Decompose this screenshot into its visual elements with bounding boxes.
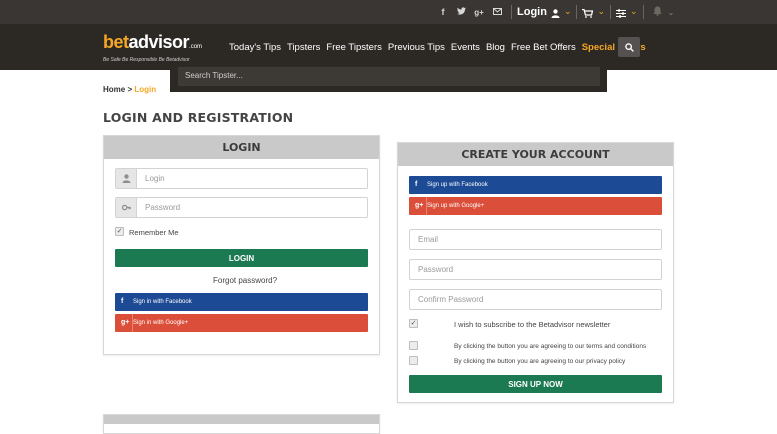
page-title: LOGIN AND REGISTRATION bbox=[103, 110, 294, 125]
google-signin-label: Sign in with Google+ bbox=[133, 320, 189, 326]
chevron-down-icon[interactable]: ⌄ bbox=[597, 7, 605, 17]
chevron-down-icon[interactable]: ⌄ bbox=[630, 7, 638, 17]
email-field[interactable]: Email bbox=[409, 229, 662, 250]
more-icon[interactable]: ⌄ bbox=[668, 8, 675, 17]
login-link[interactable]: Login bbox=[517, 6, 547, 18]
top-bar: f g+ Login ⌄ ⌄ ⌄ ⌄ bbox=[0, 0, 777, 24]
newsletter-checkbox[interactable]: ✓ bbox=[409, 319, 418, 328]
terms-label: By clicking the button you are agreeing … bbox=[454, 343, 647, 350]
googleplus-icon[interactable]: g+ bbox=[470, 8, 488, 17]
create-account-panel: CREATE YOUR ACCOUNT f Sign up with Faceb… bbox=[397, 142, 674, 403]
google-signup-label: Sign up with Google+ bbox=[427, 203, 485, 209]
search-icon bbox=[624, 42, 634, 52]
password-placeholder: Password bbox=[145, 203, 181, 212]
search-tipster-input[interactable]: Search Tipster... bbox=[178, 67, 600, 86]
create-account-title: CREATE YOUR ACCOUNT bbox=[398, 143, 673, 166]
sign-up-button[interactable]: SIGN UP NOW bbox=[409, 375, 662, 393]
email-placeholder: Email bbox=[418, 235, 439, 244]
facebook-signup-button[interactable]: f Sign up with Facebook bbox=[409, 176, 662, 194]
chevron-down-icon[interactable]: ⌄ bbox=[564, 7, 572, 17]
breadcrumb-separator: > bbox=[127, 85, 133, 94]
nav-item-previous-tips[interactable]: Previous Tips bbox=[388, 42, 445, 53]
breadcrumb-current: Login bbox=[134, 85, 157, 94]
login-field[interactable]: Login bbox=[115, 168, 368, 189]
betadvisor-logo[interactable]: betadvisor.com Be Safe Be Responsible Be… bbox=[103, 33, 202, 63]
google-signin-button[interactable]: g+ Sign in with Google+ bbox=[115, 314, 368, 332]
facebook-icon[interactable]: f bbox=[434, 7, 452, 17]
nav-item-free-tipsters[interactable]: Free Tipsters bbox=[326, 42, 381, 53]
breadcrumb: Home > Login bbox=[103, 85, 156, 94]
signup-password-field[interactable]: Password bbox=[409, 259, 662, 280]
email-icon[interactable] bbox=[488, 7, 506, 17]
login-button[interactable]: LOGIN bbox=[115, 249, 368, 267]
privacy-label: By clicking the button you are agreeing … bbox=[454, 358, 626, 365]
remember-me-checkbox[interactable]: ✓ bbox=[115, 227, 124, 236]
login-panel: LOGIN Login Password ✓ Remember Me LOGIN… bbox=[103, 135, 380, 355]
password-field[interactable]: Password bbox=[115, 197, 368, 218]
search-button[interactable] bbox=[618, 37, 640, 57]
nav-item-tipsters[interactable]: Tipsters bbox=[287, 42, 320, 53]
signup-password-placeholder: Password bbox=[418, 265, 454, 274]
facebook-icon: f bbox=[415, 181, 418, 188]
divider bbox=[576, 5, 578, 19]
nav-item-free-bet-offers[interactable]: Free Bet Offers bbox=[511, 42, 576, 53]
nav-item-events[interactable]: Events bbox=[451, 42, 480, 53]
secondary-panel bbox=[103, 414, 380, 434]
search-placeholder: Search Tipster... bbox=[185, 71, 243, 80]
user-icon bbox=[116, 169, 137, 188]
cart-icon[interactable] bbox=[582, 3, 594, 22]
facebook-signin-label: Sign in with Facebook bbox=[133, 299, 192, 305]
facebook-icon: f bbox=[121, 298, 124, 305]
facebook-signin-button[interactable]: f Sign in with Facebook bbox=[115, 293, 368, 311]
nav-item-blog[interactable]: Blog bbox=[486, 42, 505, 53]
remember-me-label: Remember Me bbox=[129, 228, 179, 237]
divider bbox=[610, 5, 612, 19]
privacy-checkbox[interactable] bbox=[409, 356, 418, 365]
newsletter-label: I wish to subscribe to the Betadvisor ne… bbox=[454, 320, 611, 329]
facebook-signup-label: Sign up with Facebook bbox=[427, 182, 488, 188]
logo-wordmark: betadvisor.com bbox=[103, 32, 203, 52]
googleplus-icon: g+ bbox=[121, 314, 134, 332]
nav-item-todays-tips[interactable]: Today's Tips bbox=[229, 42, 281, 53]
googleplus-icon: g+ bbox=[415, 197, 428, 215]
divider bbox=[642, 5, 644, 19]
google-signup-button[interactable]: g+ Sign up with Google+ bbox=[409, 197, 662, 215]
search-dropdown: Search Tipster... bbox=[170, 61, 607, 92]
terms-checkbox[interactable] bbox=[409, 341, 418, 350]
confirm-password-field[interactable]: Confirm Password bbox=[409, 289, 662, 310]
forgot-password-link[interactable]: Forgot password? bbox=[213, 276, 277, 285]
confirm-password-placeholder: Confirm Password bbox=[418, 295, 484, 304]
login-panel-title: LOGIN bbox=[104, 136, 379, 159]
top-bar-links: f g+ Login ⌄ ⌄ ⌄ ⌄ bbox=[434, 0, 674, 24]
user-icon[interactable] bbox=[551, 3, 560, 22]
key-icon bbox=[116, 198, 137, 217]
twitter-icon[interactable] bbox=[452, 7, 470, 17]
notifications-icon[interactable] bbox=[653, 6, 662, 19]
login-placeholder: Login bbox=[145, 174, 165, 183]
breadcrumb-home[interactable]: Home bbox=[103, 85, 125, 94]
settings-sliders-icon[interactable] bbox=[616, 3, 627, 22]
divider bbox=[511, 5, 512, 19]
